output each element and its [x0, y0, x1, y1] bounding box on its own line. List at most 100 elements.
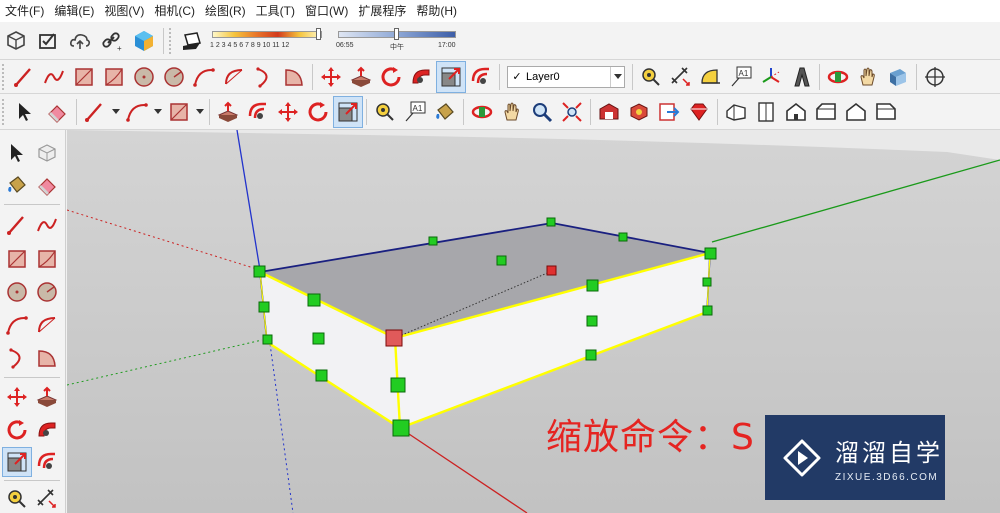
scale-grip[interactable] [390, 377, 406, 393]
scale-grip[interactable] [586, 279, 599, 292]
scale-grip[interactable] [258, 301, 270, 313]
dimension-tool-button[interactable] [666, 61, 696, 93]
menu-help[interactable]: 帮助(H) [411, 0, 462, 22]
menu-edit[interactable]: 编辑(E) [49, 0, 99, 22]
left-tape-measure-button[interactable] [2, 484, 32, 513]
shadow-time-slider[interactable]: 06:55 中午 17:00 [334, 25, 464, 57]
left-offset-button[interactable] [32, 447, 62, 477]
orbit-button-2[interactable] [823, 61, 853, 93]
rectangle-tool-button[interactable] [69, 61, 99, 93]
shape-dropdown-arrow[interactable] [194, 96, 206, 128]
rotate-tool-button[interactable] [376, 61, 406, 93]
follow-me-button[interactable] [406, 61, 436, 93]
scale-tool-button-2[interactable] [333, 95, 363, 128]
share-model-button[interactable] [32, 25, 64, 57]
left-3point-arc-button[interactable] [2, 343, 32, 373]
menu-camera[interactable]: 相机(C) [149, 0, 200, 22]
view-right-button[interactable] [811, 96, 841, 128]
left-freehand-button[interactable] [32, 210, 62, 240]
left-polygon-button[interactable] [32, 277, 62, 307]
left-follow-me-button[interactable] [32, 415, 62, 445]
arc-dropdown-button[interactable] [122, 96, 152, 128]
scale-grip[interactable] [428, 236, 438, 246]
text-tool-button-2[interactable]: A1 [400, 96, 430, 128]
layer-dropdown[interactable]: ✓ Layer0 [507, 65, 625, 88]
left-push-pull-button[interactable] [32, 382, 62, 412]
left-paint-button[interactable] [2, 170, 32, 200]
pencil-dropdown-button[interactable] [80, 96, 110, 128]
time-slider-thumb[interactable] [394, 27, 399, 40]
arc-tool-button[interactable] [189, 61, 219, 93]
pan-button-2[interactable] [853, 61, 883, 93]
scale-grip[interactable] [496, 255, 507, 266]
view-back-button[interactable] [841, 96, 871, 128]
extension-link-button[interactable]: + [96, 25, 128, 57]
offset-tool-button-2[interactable] [243, 96, 273, 128]
left-scale-button[interactable] [2, 447, 32, 477]
shadow-date-slider[interactable]: 1 2 3 4 5 6 7 8 9 10 11 12 [208, 25, 328, 57]
3point-arc-button[interactable] [249, 61, 279, 93]
walk-tool-button[interactable] [920, 61, 950, 93]
2point-arc-button[interactable] [219, 61, 249, 93]
left-rotate-button[interactable] [2, 415, 32, 445]
polygon-tool-button[interactable] [159, 61, 189, 93]
scale-grip[interactable] [704, 247, 717, 260]
scale-tool-button[interactable] [436, 60, 466, 93]
push-pull-button[interactable] [346, 61, 376, 93]
view-front-button[interactable] [781, 96, 811, 128]
left-pie-button[interactable] [32, 343, 62, 373]
cloud-upload-button[interactable] [64, 25, 96, 57]
text-tool-button[interactable]: A1 [726, 61, 756, 93]
axes-tool-button[interactable] [756, 61, 786, 93]
left-line-button[interactable] [2, 210, 32, 240]
pan-button[interactable] [497, 96, 527, 128]
move-tool-button-2[interactable] [273, 96, 303, 128]
paint-bucket-button[interactable] [430, 96, 460, 128]
offset-tool-button[interactable] [466, 61, 496, 93]
scale-grip[interactable] [585, 349, 597, 361]
left-arc-button[interactable] [2, 310, 32, 340]
scale-grip[interactable] [586, 315, 598, 327]
component-button[interactable] [624, 96, 654, 128]
left-move-button[interactable] [2, 382, 32, 412]
push-pull-button-2[interactable] [213, 96, 243, 128]
menu-window[interactable]: 窗口(W) [300, 0, 353, 22]
scale-grip[interactable] [702, 305, 713, 316]
eraser-tool-button[interactable] [41, 96, 73, 128]
shadows-toggle-button[interactable] [176, 25, 208, 57]
scale-grip[interactable] [392, 419, 410, 437]
month-slider-thumb[interactable] [316, 27, 321, 40]
scale-grip[interactable] [307, 293, 321, 307]
protractor-button[interactable] [696, 61, 726, 93]
zoom-button[interactable] [527, 96, 557, 128]
scale-grip[interactable] [262, 334, 273, 345]
extension-warehouse-button[interactable] [684, 96, 714, 128]
menu-view[interactable]: 视图(V) [99, 0, 149, 22]
left-make-component-button[interactable] [32, 138, 62, 168]
freehand-tool-button[interactable] [39, 61, 69, 93]
left-dimension-button[interactable] [32, 484, 62, 513]
left-2point-arc-button[interactable] [32, 310, 62, 340]
left-select-button[interactable] [2, 138, 32, 168]
scale-grip[interactable] [546, 217, 556, 227]
component-browser-button[interactable] [0, 25, 32, 57]
trimble-connect-button[interactable] [128, 25, 160, 57]
left-rotated-rect-button[interactable] [32, 244, 62, 274]
scale-grip[interactable] [315, 369, 328, 382]
orbit-button[interactable] [467, 96, 497, 128]
view-top-button[interactable] [751, 96, 781, 128]
view-iso-button[interactable] [721, 96, 751, 128]
rotate-tool-button-2[interactable] [303, 96, 333, 128]
menu-extensions[interactable]: 扩展程序 [353, 0, 411, 22]
zoom-extents-button[interactable] [557, 96, 587, 128]
3d-text-button[interactable] [786, 61, 816, 93]
tape-measure-button[interactable] [636, 61, 666, 93]
warehouse-button[interactable] [594, 96, 624, 128]
left-eraser-button[interactable] [32, 170, 62, 200]
rotated-rectangle-button[interactable] [99, 61, 129, 93]
menu-draw[interactable]: 绘图(R) [200, 0, 251, 22]
scale-grip[interactable] [702, 277, 712, 287]
scale-grip[interactable] [618, 232, 628, 242]
arc-dropdown-arrow[interactable] [152, 96, 164, 128]
styles-button[interactable] [883, 61, 913, 93]
